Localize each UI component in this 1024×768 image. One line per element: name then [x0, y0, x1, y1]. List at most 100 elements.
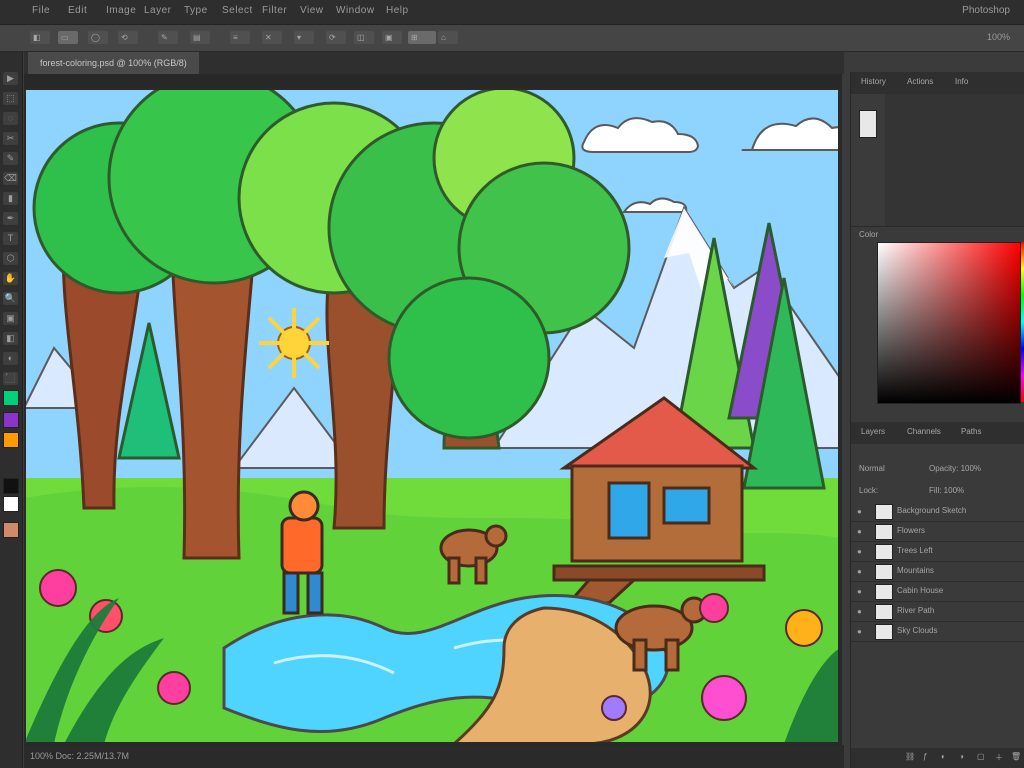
- status-text: 100% Doc: 2.25M/13.7M: [30, 751, 130, 761]
- hand-tool[interactable]: ✋: [3, 272, 18, 285]
- layer-controls-row-1: Normal Opacity: 100%: [851, 460, 1024, 478]
- menu-layer[interactable]: Layer: [144, 5, 172, 16]
- panel-tabs-top: History Actions Info: [851, 72, 1024, 94]
- menu-window[interactable]: Window: [336, 5, 375, 16]
- menu-filter[interactable]: Filter: [262, 5, 287, 16]
- menu-image[interactable]: Image: [106, 5, 136, 16]
- eraser-tool[interactable]: ⌫: [3, 172, 18, 185]
- swatch-orange[interactable]: [3, 432, 19, 448]
- eye-icon[interactable]: ●: [857, 567, 862, 576]
- zoom-tool[interactable]: 🔍: [3, 292, 18, 305]
- option-11[interactable]: ◫: [354, 31, 374, 44]
- layer-name: Background Sketch: [897, 506, 967, 515]
- mask-icon[interactable]: ◐: [941, 752, 946, 761]
- status-bar: 100% Doc: 2.25M/13.7M: [24, 745, 844, 768]
- option-9[interactable]: ▾: [294, 31, 314, 44]
- option-13[interactable]: ⊞: [408, 31, 436, 44]
- layer-thumbnail: [875, 564, 893, 580]
- color-picker-field[interactable]: [877, 242, 1021, 404]
- menu-edit[interactable]: Edit: [68, 5, 87, 16]
- option-1[interactable]: ◧: [30, 31, 50, 44]
- option-14[interactable]: ⌂: [438, 31, 458, 44]
- tab-channels[interactable]: Channels: [907, 427, 941, 436]
- tab-layers[interactable]: Layers: [861, 427, 885, 436]
- layer-row[interactable]: ● Cabin House: [851, 582, 1024, 602]
- move-tool[interactable]: ▶: [3, 72, 18, 85]
- type-tool[interactable]: T: [3, 232, 18, 245]
- menu-select[interactable]: Select: [222, 5, 253, 16]
- tool-15[interactable]: ◐: [3, 352, 18, 365]
- option-8[interactable]: ✕: [262, 31, 282, 44]
- tab-paths[interactable]: Paths: [961, 427, 981, 436]
- eye-icon[interactable]: ●: [857, 527, 862, 536]
- blend-mode[interactable]: Normal: [859, 464, 885, 473]
- layer-name: River Path: [897, 606, 935, 615]
- tab-history[interactable]: History: [861, 77, 886, 86]
- right-panels: History Actions Info Color Layers Channe…: [850, 72, 1024, 768]
- foreground-color-swatch[interactable]: [3, 478, 19, 494]
- crop-tool[interactable]: ✂: [3, 132, 18, 145]
- lasso-tool[interactable]: ◌: [3, 112, 18, 125]
- tool-14[interactable]: ◧: [3, 332, 18, 345]
- eye-icon[interactable]: ●: [857, 627, 862, 636]
- layer-name: Mountains: [897, 566, 934, 575]
- menu-type[interactable]: Type: [184, 5, 208, 16]
- option-5[interactable]: ✎: [158, 31, 178, 44]
- background-color-swatch[interactable]: [3, 496, 19, 512]
- layers-footer: ⛓ ƒ ◐ ◑ ▢ ＋ 🗑: [851, 748, 1024, 768]
- eye-icon[interactable]: ●: [857, 507, 862, 516]
- option-7[interactable]: ≡: [230, 31, 250, 44]
- menu-file[interactable]: File: [32, 5, 50, 16]
- eye-icon[interactable]: ●: [857, 587, 862, 596]
- swatch-purple[interactable]: [3, 412, 19, 428]
- fill-tool[interactable]: ▮: [3, 192, 18, 205]
- tab-actions[interactable]: Actions: [907, 77, 933, 86]
- layer-name: Flowers: [897, 526, 926, 535]
- menu-bar: File Edit Image Layer Type Select Filter…: [0, 0, 1024, 25]
- option-10[interactable]: ⟳: [326, 31, 346, 44]
- option-3[interactable]: ◯: [88, 31, 108, 44]
- swatch-skin[interactable]: [3, 522, 19, 538]
- fill-control[interactable]: Fill: 100%: [929, 486, 964, 495]
- link-layers-icon[interactable]: ⛓: [905, 752, 915, 761]
- history-list: [885, 94, 1024, 226]
- layer-row[interactable]: ● Sky Clouds: [851, 622, 1024, 642]
- fx-icon[interactable]: ƒ: [923, 752, 927, 761]
- option-4[interactable]: ⟲: [118, 31, 138, 44]
- layer-thumbnail: [875, 544, 893, 560]
- opacity-control[interactable]: Opacity: 100%: [929, 464, 981, 473]
- layer-thumbnail: [875, 604, 893, 620]
- tool-16[interactable]: ⬛: [3, 372, 18, 385]
- swatch-green[interactable]: [3, 390, 19, 406]
- option-6[interactable]: ▤: [190, 31, 210, 44]
- eye-icon[interactable]: ●: [857, 607, 862, 616]
- history-thumb: [859, 110, 877, 138]
- layer-row[interactable]: ● Mountains: [851, 562, 1024, 582]
- option-2[interactable]: ▭: [58, 31, 78, 44]
- zoom-readout: 100%: [986, 32, 1010, 42]
- trash-icon[interactable]: 🗑: [1011, 752, 1021, 761]
- pen-tool[interactable]: ✒: [3, 212, 18, 225]
- adjustment-icon[interactable]: ◑: [959, 752, 964, 761]
- eye-icon[interactable]: ●: [857, 547, 862, 556]
- new-layer-icon[interactable]: ＋: [995, 752, 1003, 763]
- brush-tool[interactable]: ✎: [3, 152, 18, 165]
- layer-row[interactable]: ● Background Sketch: [851, 502, 1024, 522]
- layer-thumbnail: [875, 624, 893, 640]
- tool-13[interactable]: ▣: [3, 312, 18, 325]
- new-group-icon[interactable]: ▢: [977, 752, 985, 761]
- options-bar: ◧ ▭ ◯ ⟲ ✎ ▤ ≡ ✕ ▾ ⟳ ◫ ▣ ⊞ ⌂ 100%: [0, 25, 1024, 52]
- layer-row[interactable]: ● Flowers: [851, 522, 1024, 542]
- menu-view[interactable]: View: [300, 5, 324, 16]
- option-12[interactable]: ▣: [382, 31, 402, 44]
- menu-help[interactable]: Help: [386, 5, 409, 16]
- tools-panel: ▶ ⬚ ◌ ✂ ✎ ⌫ ▮ ✒ T ⬡ ✋ 🔍 ▣ ◧ ◐ ⬛: [0, 52, 23, 768]
- layer-row[interactable]: ● River Path: [851, 602, 1024, 622]
- marquee-tool[interactable]: ⬚: [3, 92, 18, 105]
- tab-info[interactable]: Info: [955, 77, 968, 86]
- illustration-canvas[interactable]: [24, 88, 840, 744]
- layer-row[interactable]: ● Trees Left: [851, 542, 1024, 562]
- shape-tool[interactable]: ⬡: [3, 252, 18, 265]
- history-panel: [851, 94, 1024, 227]
- document-tab[interactable]: forest-coloring.psd @ 100% (RGB/8): [28, 52, 199, 74]
